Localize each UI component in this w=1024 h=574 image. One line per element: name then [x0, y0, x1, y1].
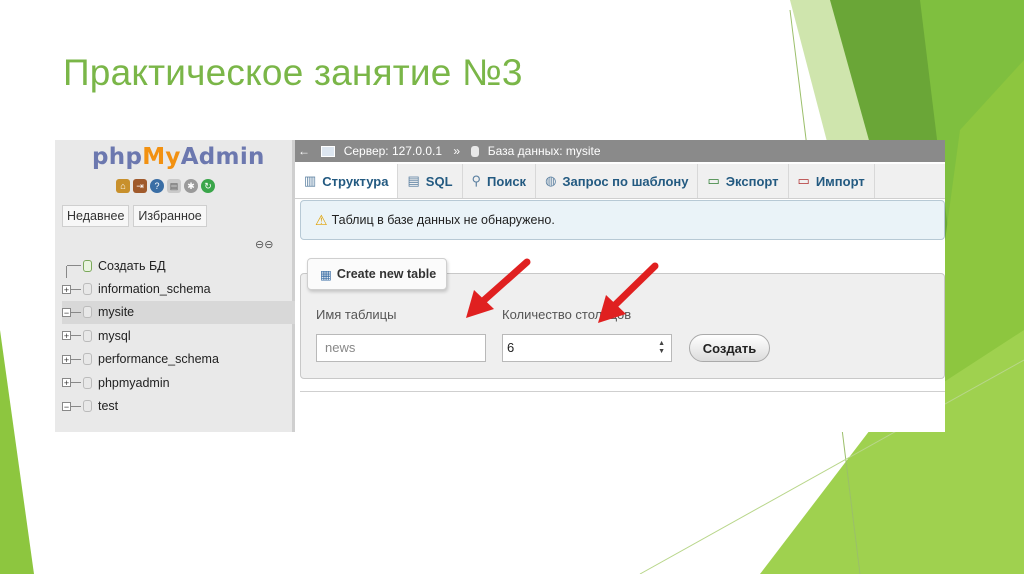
collapse-icon[interactable]: −	[62, 401, 71, 411]
phpmyadmin-logo[interactable]: phpMyAdmin	[92, 144, 265, 170]
tree-item-mysql[interactable]: + mysql	[62, 324, 295, 347]
tree-item-test[interactable]: − test	[62, 394, 295, 417]
home-icon[interactable]: ⌂	[116, 179, 130, 193]
tab-sql[interactable]: ▤ SQL	[398, 164, 463, 198]
tree-item-performance-schema[interactable]: + performance_schema	[62, 348, 295, 371]
columns-count-stepper[interactable]: 6 ▲ ▼	[502, 334, 672, 362]
search-icon: ⚲	[471, 173, 482, 188]
tree-item-information-schema[interactable]: + information_schema	[62, 277, 295, 300]
notice-box: ⚠ Таблиц в базе данных не обнаружено.	[300, 200, 945, 240]
database-icon	[83, 306, 92, 319]
structure-icon: ▥	[304, 173, 317, 188]
table-name-input[interactable]: news	[316, 334, 486, 362]
link-icon[interactable]: ⊖⊖	[255, 238, 273, 251]
main-tabs: ▥ Структура ▤ SQL ⚲ Поиск ◍ Запрос по шаблон…	[295, 164, 945, 199]
export-icon: ▭	[707, 173, 720, 188]
tree-item-new-db[interactable]: Создать БД	[62, 254, 295, 278]
database-icon	[83, 353, 92, 366]
database-icon	[83, 376, 92, 389]
slide-title: Практическое занятие №3	[63, 52, 523, 93]
tab-query[interactable]: ◍ Запрос по шаблону	[536, 164, 699, 198]
breadcrumb-separator: »	[453, 144, 461, 158]
navigation-panel: phpMyAdmin ⌂ ⇥ ? ▤ ✱ ↻ Недавнее Избранно…	[55, 140, 295, 432]
tab-import[interactable]: ▭ Импорт	[789, 164, 875, 198]
divider	[300, 391, 945, 392]
tab-recent[interactable]: Недавнее	[62, 205, 130, 227]
database-icon	[83, 283, 92, 296]
expand-icon[interactable]: +	[62, 378, 71, 388]
breadcrumb: ← Сервер: 127.0.0.1 » База данных: mysit…	[295, 140, 945, 162]
phpmyadmin-screenshot: phpMyAdmin ⌂ ⇥ ? ▤ ✱ ↻ Недавнее Избранно…	[55, 140, 945, 432]
tab-favorites[interactable]: Избранное	[133, 205, 207, 227]
new-table-icon: ▦	[320, 267, 332, 282]
columns-count-label: Количество столбцов	[502, 307, 632, 322]
query-icon: ◍	[545, 173, 557, 188]
main-panel: ← Сервер: 127.0.0.1 » База данных: mysit…	[295, 140, 945, 432]
create-table-form: ▦ Create new table Имя таблицы news Коли…	[300, 258, 945, 379]
warning-icon: ⚠	[315, 211, 328, 228]
collapse-nav-arrow[interactable]: ←	[298, 140, 310, 162]
expand-icon[interactable]: +	[62, 331, 71, 341]
tab-export[interactable]: ▭ Экспорт	[698, 164, 789, 198]
nav-tabs: Недавнее Избранное	[62, 205, 207, 227]
collapse-icon[interactable]: −	[62, 307, 71, 317]
tree-item-phpmyadmin[interactable]: + phpmyadmin	[62, 371, 295, 394]
tree-item-mysite[interactable]: − mysite	[62, 300, 295, 325]
create-table-legend: ▦ Create new table	[307, 258, 448, 290]
tab-structure[interactable]: ▥ Структура	[295, 164, 399, 198]
settings-icon[interactable]: ✱	[184, 179, 198, 193]
tab-search[interactable]: ⚲ Поиск	[463, 164, 537, 198]
database-icon	[83, 329, 92, 342]
expand-icon[interactable]: +	[62, 354, 71, 364]
docs-icon[interactable]: ▤	[167, 179, 181, 193]
database-tree: Создать БД + information_schema − mysite…	[62, 254, 295, 418]
create-button[interactable]: Создать	[689, 334, 770, 362]
database-icon	[83, 400, 92, 413]
nav-icon-bar: ⌂ ⇥ ? ▤ ✱ ↻	[116, 179, 215, 193]
breadcrumb-server[interactable]: Сервер: 127.0.0.1	[344, 140, 442, 162]
exit-icon[interactable]: ⇥	[133, 179, 147, 193]
breadcrumb-database[interactable]: База данных: mysite	[488, 140, 601, 162]
help-icon[interactable]: ?	[150, 179, 164, 193]
new-db-icon	[83, 259, 92, 272]
import-icon: ▭	[797, 173, 810, 188]
server-icon	[321, 146, 336, 158]
refresh-icon[interactable]: ↻	[201, 179, 215, 193]
stepper-arrows-icon[interactable]: ▲ ▼	[658, 340, 665, 356]
sql-icon: ▤	[407, 173, 420, 188]
notice-text: Таблиц в базе данных не обнаружено.	[331, 213, 555, 227]
table-name-label: Имя таблицы	[316, 307, 397, 322]
database-icon	[471, 146, 480, 158]
expand-icon[interactable]: +	[62, 284, 71, 294]
